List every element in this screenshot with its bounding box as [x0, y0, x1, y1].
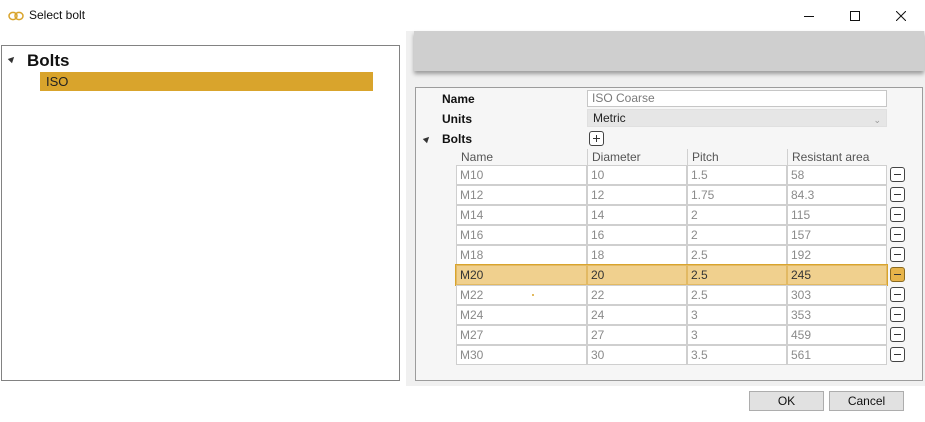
table-row[interactable]: M27 27 3 459: [456, 325, 905, 345]
cell-resistant-area[interactable]: 192: [787, 245, 887, 265]
linked-rings-icon: [8, 10, 24, 21]
cell-resistant-area[interactable]: 58: [787, 165, 887, 185]
cell-name[interactable]: M18: [456, 245, 587, 265]
remove-row-button[interactable]: [890, 187, 905, 202]
table-row[interactable]: M10 10 1.5 58: [456, 165, 905, 185]
collapse-triangle-icon[interactable]: [7, 54, 17, 64]
cell-resistant-area[interactable]: 84.3: [787, 185, 887, 205]
cell-name[interactable]: M10: [456, 165, 587, 185]
table-row-selected[interactable]: M20 20 2.5 245: [455, 264, 905, 286]
table-row[interactable]: M30 30 3.5 561: [456, 345, 905, 365]
cell-diameter[interactable]: 12: [587, 185, 687, 205]
cell-pitch[interactable]: 2.5: [687, 285, 787, 305]
bolt-tree: Bolts ISO: [1, 45, 400, 381]
collapse-triangle-icon[interactable]: [422, 134, 432, 144]
column-header-name[interactable]: Name: [461, 150, 493, 164]
remove-row-button[interactable]: [890, 167, 905, 182]
title-bar: Select bolt: [0, 0, 925, 31]
maximize-icon: [850, 10, 860, 21]
cell-diameter[interactable]: 14: [587, 205, 687, 225]
cell-name[interactable]: M12: [456, 185, 587, 205]
cell-pitch[interactable]: 2: [687, 205, 787, 225]
tree-root-bolts[interactable]: Bolts: [27, 51, 70, 71]
column-divider[interactable]: [787, 149, 788, 165]
cell-name[interactable]: M30: [456, 345, 587, 365]
cell-diameter[interactable]: 16: [587, 225, 687, 245]
minimize-icon: [804, 11, 814, 21]
cell-name[interactable]: M24: [456, 305, 587, 325]
cell-resistant-area[interactable]: 353: [787, 305, 887, 325]
property-grid: Name ISO Coarse Units Metric ⌄ Bolts Nam…: [415, 87, 923, 381]
table-row[interactable]: M16 16 2 157: [456, 225, 905, 245]
cell-pitch[interactable]: 2.5: [687, 265, 787, 285]
minimize-button[interactable]: [786, 0, 832, 31]
cell-name[interactable]: M14: [456, 205, 587, 225]
table-row[interactable]: M14 14 2 115: [456, 205, 905, 225]
column-header-resistant-area[interactable]: Resistant area: [792, 150, 869, 164]
cell-diameter[interactable]: 18: [587, 245, 687, 265]
remove-row-button[interactable]: [890, 267, 905, 282]
column-header-diameter[interactable]: Diameter: [592, 150, 641, 164]
grid-header: Name Diameter Pitch Resistant area: [456, 149, 887, 165]
cell-diameter[interactable]: 24: [587, 305, 687, 325]
window-title: Select bolt: [29, 8, 86, 22]
cell-pitch[interactable]: 3: [687, 325, 787, 345]
cell-pitch[interactable]: 2.5: [687, 245, 787, 265]
column-divider[interactable]: [587, 149, 588, 165]
details-header-band: [414, 31, 924, 71]
add-bolt-button[interactable]: [589, 131, 604, 146]
cancel-button[interactable]: Cancel: [829, 391, 904, 411]
remove-row-button[interactable]: [890, 227, 905, 242]
bolts-grid: M10 10 1.5 58 M12 12 1.75 84.3 M14 14 2 …: [455, 165, 905, 365]
cell-resistant-area[interactable]: 303: [787, 285, 887, 305]
bolts-label: Bolts: [442, 132, 472, 146]
remove-row-button[interactable]: [890, 307, 905, 322]
cell-resistant-area[interactable]: 245: [787, 265, 887, 285]
marker-dot: [532, 294, 534, 296]
remove-row-button[interactable]: [890, 347, 905, 362]
units-value: Metric: [593, 111, 626, 125]
cell-diameter[interactable]: 30: [587, 345, 687, 365]
column-divider[interactable]: [687, 149, 688, 165]
remove-row-button[interactable]: [890, 207, 905, 222]
cell-pitch[interactable]: 3.5: [687, 345, 787, 365]
close-icon: [896, 10, 906, 21]
cell-name[interactable]: M16: [456, 225, 587, 245]
cell-pitch[interactable]: 1.75: [687, 185, 787, 205]
maximize-button[interactable]: [832, 0, 878, 31]
cell-diameter[interactable]: 22: [587, 285, 687, 305]
cell-resistant-area[interactable]: 459: [787, 325, 887, 345]
cell-resistant-area[interactable]: 115: [787, 205, 887, 225]
cell-diameter[interactable]: 27: [587, 325, 687, 345]
table-row[interactable]: M22 22 2.5 303: [456, 285, 905, 305]
name-label: Name: [442, 92, 475, 106]
cell-name[interactable]: M22: [456, 285, 587, 305]
chevron-down-icon: ⌄: [873, 115, 881, 125]
cell-pitch[interactable]: 1.5: [687, 165, 787, 185]
remove-row-button[interactable]: [890, 327, 905, 342]
cell-name-text: M22: [460, 288, 484, 302]
cell-pitch[interactable]: 2: [687, 225, 787, 245]
ok-button[interactable]: OK: [749, 391, 824, 411]
cell-resistant-area[interactable]: 157: [787, 225, 887, 245]
remove-row-button[interactable]: [890, 247, 905, 262]
name-field[interactable]: ISO Coarse: [587, 90, 887, 107]
tree-item-iso[interactable]: ISO: [40, 72, 373, 91]
cell-name[interactable]: M20: [456, 265, 587, 285]
cell-diameter[interactable]: 10: [587, 165, 687, 185]
cell-resistant-area[interactable]: 561: [787, 345, 887, 365]
cell-diameter[interactable]: 20: [587, 265, 687, 285]
column-header-pitch[interactable]: Pitch: [692, 150, 719, 164]
cell-pitch[interactable]: 3: [687, 305, 787, 325]
close-button[interactable]: [878, 0, 924, 31]
table-row[interactable]: M18 18 2.5 192: [456, 245, 905, 265]
units-label: Units: [442, 112, 472, 126]
remove-row-button[interactable]: [890, 287, 905, 302]
table-row[interactable]: M24 24 3 353: [456, 305, 905, 325]
units-select[interactable]: Metric ⌄: [587, 109, 887, 127]
cell-name[interactable]: M27: [456, 325, 587, 345]
table-row[interactable]: M12 12 1.75 84.3: [456, 185, 905, 205]
